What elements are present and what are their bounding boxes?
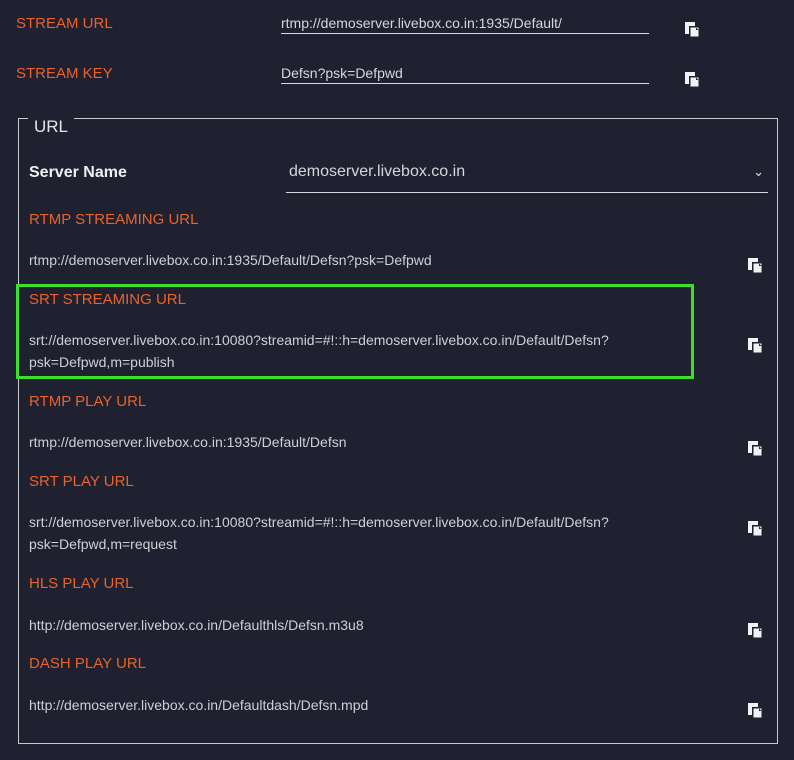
stream-url-label: STREAM URL (16, 15, 113, 32)
dash-play-url-value: http://demoserver.livebox.co.in/Defaultd… (29, 697, 369, 713)
srt-streaming-url-value: srt://demoserver.livebox.co.in:10080?str… (29, 332, 609, 370)
copy-rtmp-play-url-button[interactable] (747, 440, 765, 458)
srt-streaming-url-label: SRT STREAMING URL (29, 291, 186, 308)
copy-icon (685, 72, 700, 88)
server-name-select[interactable]: demoserver.livebox.co.in ⌄ (286, 160, 768, 193)
chevron-down-icon: ⌄ (753, 164, 764, 179)
rtmp-play-url-value: rtmp://demoserver.livebox.co.in:1935/Def… (29, 434, 347, 450)
copy-srt-play-url-button[interactable] (747, 520, 765, 538)
rtmp-play-url-label: RTMP PLAY URL (29, 393, 147, 410)
stream-key-label: STREAM KEY (16, 65, 113, 82)
hls-play-url-label: HLS PLAY URL (29, 575, 134, 592)
copy-icon (748, 441, 763, 457)
copy-rtmp-streaming-url-button[interactable] (747, 257, 765, 275)
hls-play-url-value: http://demoserver.livebox.co.in/Defaulth… (29, 617, 364, 633)
copy-icon (685, 22, 700, 38)
srt-play-url-value: srt://demoserver.livebox.co.in:10080?str… (29, 514, 609, 552)
copy-hls-play-url-button[interactable] (747, 622, 765, 640)
srt-play-url-label: SRT PLAY URL (29, 473, 134, 490)
copy-stream-url-button[interactable] (684, 21, 702, 39)
server-name-label: Server Name (29, 164, 127, 181)
copy-icon (748, 521, 763, 537)
rtmp-streaming-url-value: rtmp://demoserver.livebox.co.in:1935/Def… (29, 252, 432, 268)
copy-dash-play-url-button[interactable] (747, 702, 765, 720)
copy-icon (748, 258, 763, 274)
dash-play-url-label: DASH PLAY URL (29, 655, 146, 672)
copy-icon (748, 623, 763, 639)
copy-stream-key-button[interactable] (684, 71, 702, 89)
copy-srt-streaming-url-button[interactable] (747, 337, 765, 355)
url-section-legend: URL (28, 116, 75, 138)
stream-url-field[interactable] (281, 13, 649, 34)
copy-icon (748, 703, 763, 719)
stream-key-field[interactable] (281, 63, 649, 84)
server-name-value: demoserver.livebox.co.in (289, 163, 466, 180)
copy-icon (748, 338, 763, 354)
rtmp-streaming-url-label: RTMP STREAMING URL (29, 211, 199, 228)
